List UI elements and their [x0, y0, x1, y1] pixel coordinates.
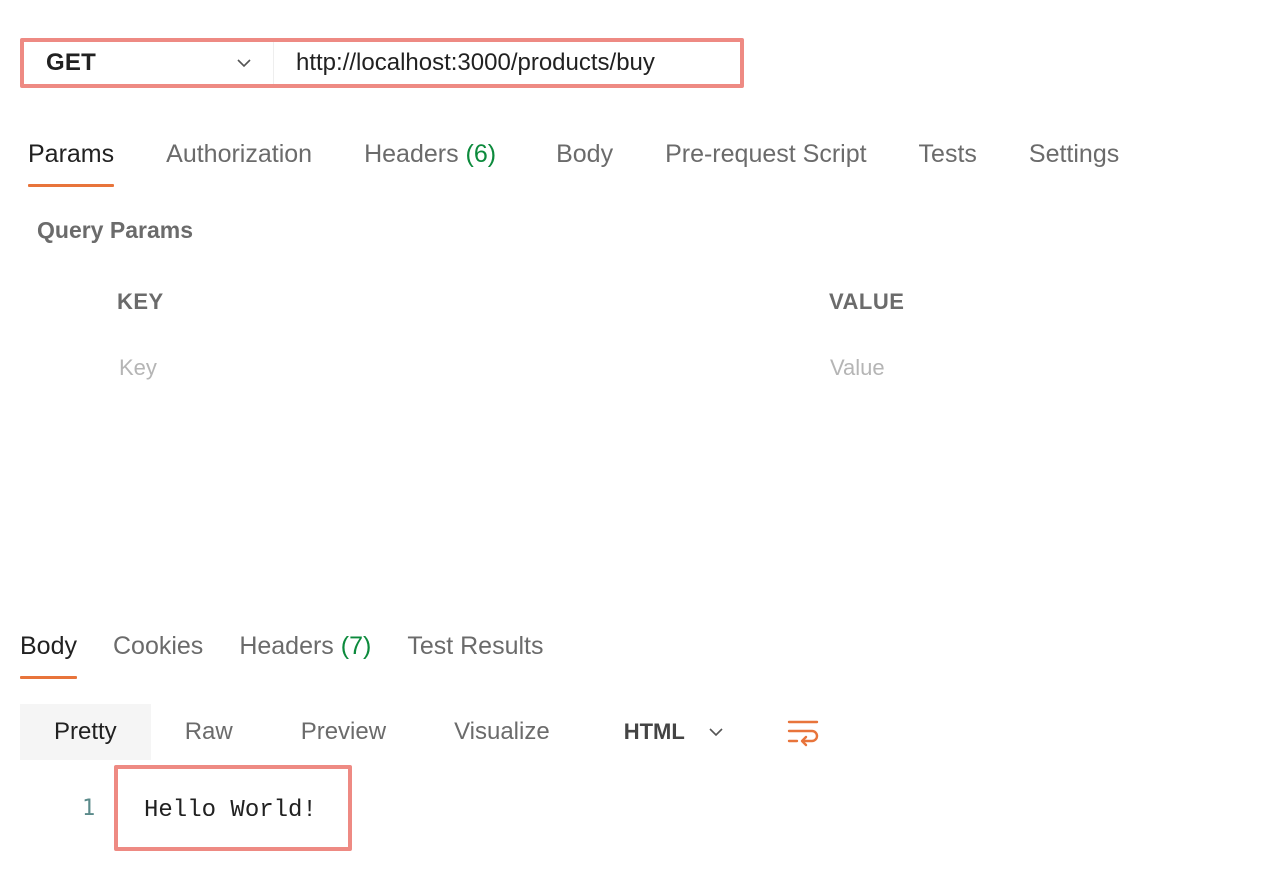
tab-label: Authorization	[166, 140, 313, 168]
format-select[interactable]: HTML	[624, 719, 723, 745]
response-body-editor[interactable]: 1 Hello World!	[0, 764, 600, 854]
request-tabs: Params Authorization Headers (6) Body Pr…	[28, 140, 1119, 187]
tab-label: Tests	[918, 140, 977, 168]
request-url-bar: GET	[20, 38, 744, 88]
tab-tests[interactable]: Tests	[919, 140, 977, 187]
tab-label: Pre-request Script	[665, 140, 867, 168]
response-tab-cookies[interactable]: Cookies	[113, 632, 203, 679]
mode-raw[interactable]: Raw	[151, 704, 267, 760]
param-value-input[interactable]	[830, 355, 1230, 381]
response-tab-test-results[interactable]: Test Results	[407, 632, 543, 679]
tab-label: Body	[556, 140, 614, 168]
tab-label: Body	[20, 632, 77, 660]
headers-count-badge: (7)	[340, 632, 372, 660]
tab-authorization[interactable]: Authorization	[166, 140, 312, 187]
method-select[interactable]: GET	[24, 42, 274, 84]
mode-preview[interactable]: Preview	[267, 704, 420, 760]
value-column-header: VALUE	[829, 289, 905, 314]
chevron-down-icon	[709, 728, 723, 737]
tab-label: Headers	[364, 140, 459, 168]
key-column-header: KEY	[117, 289, 164, 314]
headers-count-badge: (6)	[465, 140, 497, 168]
line-number: 1	[82, 796, 96, 821]
mode-visualize[interactable]: Visualize	[420, 704, 584, 760]
wrap-lines-icon[interactable]	[785, 714, 821, 750]
response-tabs: Body Cookies Headers (7) Test Results	[20, 632, 544, 679]
tab-label: Test Results	[407, 632, 544, 660]
tab-headers[interactable]: Headers (6)	[364, 140, 496, 187]
tab-label: Headers	[239, 632, 334, 660]
mode-pretty[interactable]: Pretty	[20, 704, 151, 760]
postman-request-view: GET Params Authorization Headers (6) Bod…	[0, 0, 1282, 882]
format-label: HTML	[623, 719, 685, 744]
param-key-input[interactable]	[119, 355, 519, 381]
url-input[interactable]	[274, 42, 740, 84]
response-tab-headers[interactable]: Headers (7)	[239, 632, 371, 679]
chevron-down-icon	[237, 59, 251, 68]
response-tab-body[interactable]: Body	[20, 632, 77, 679]
tab-label: Params	[28, 140, 115, 168]
response-body-highlight: Hello World!	[114, 765, 352, 851]
tab-params[interactable]: Params	[28, 140, 115, 187]
tab-pre-request-script[interactable]: Pre-request Script	[665, 140, 866, 187]
query-params-title: Query Params	[37, 217, 193, 243]
body-view-toolbar: Pretty Raw Preview Visualize HTML	[20, 704, 821, 760]
tab-label: Settings	[1028, 140, 1120, 168]
tab-settings[interactable]: Settings	[1029, 140, 1119, 187]
tab-body[interactable]: Body	[556, 140, 613, 187]
method-label: GET	[46, 49, 96, 76]
response-body-text: Hello World!	[144, 797, 317, 824]
tab-label: Cookies	[112, 632, 204, 660]
